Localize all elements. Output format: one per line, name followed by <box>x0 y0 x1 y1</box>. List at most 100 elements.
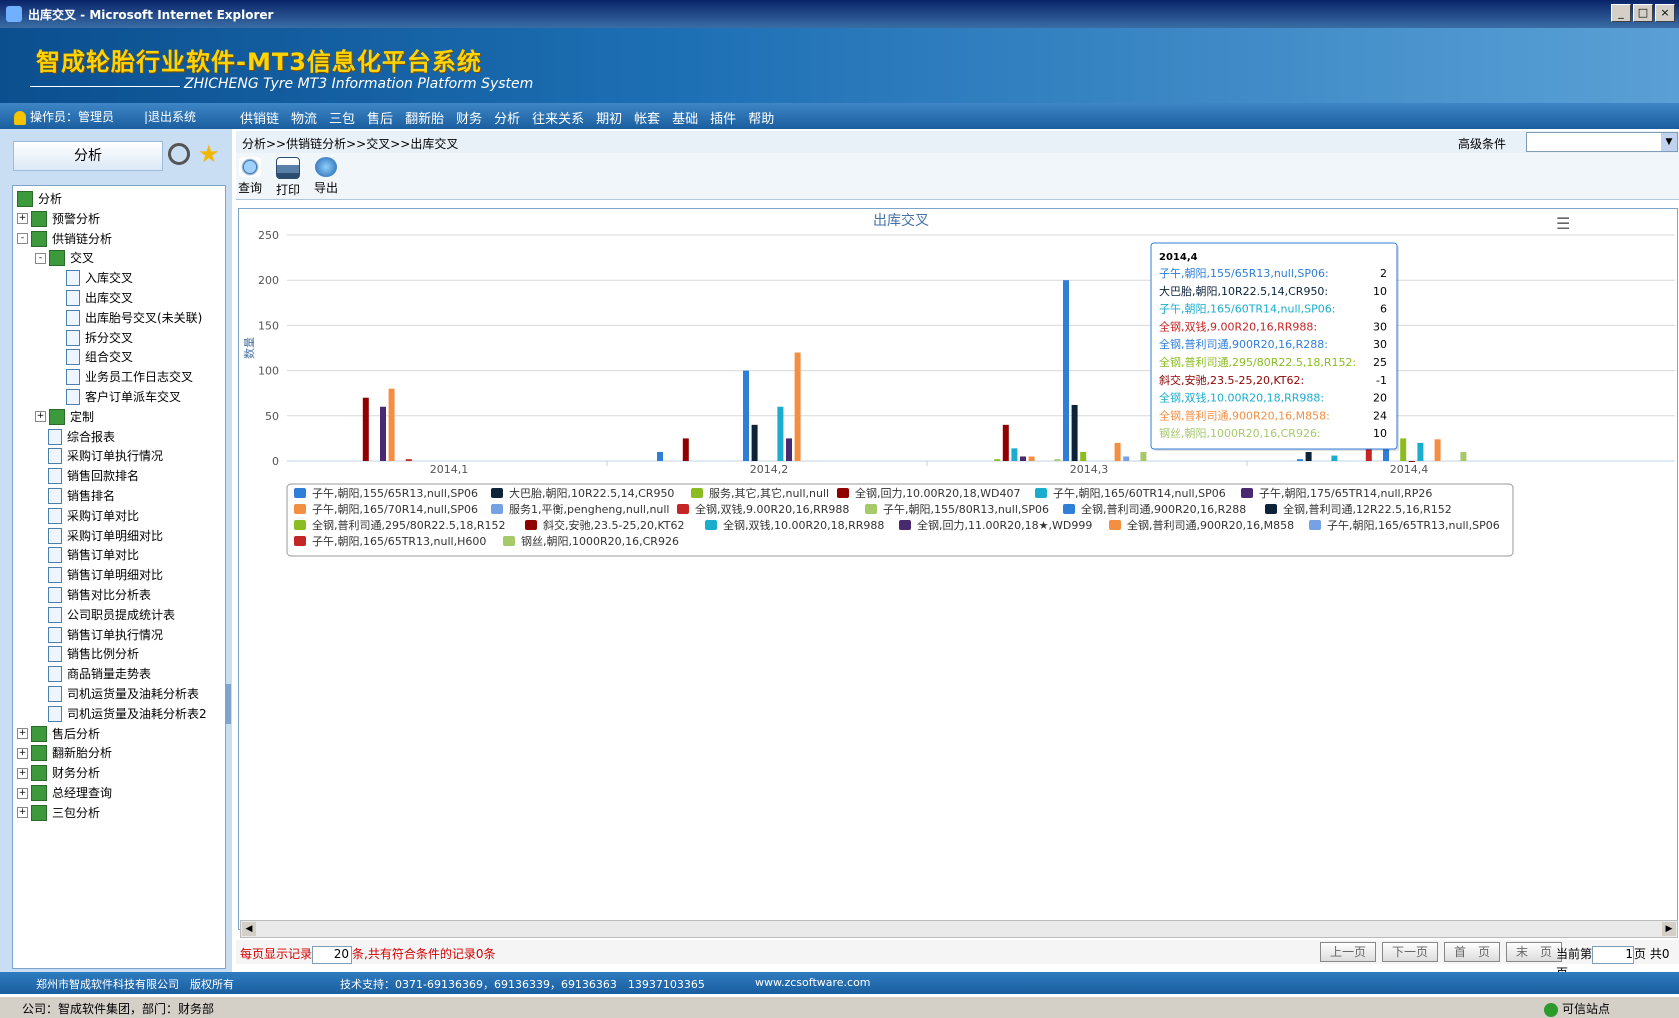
tree-item[interactable]: 销售回款排名 <box>35 467 139 485</box>
folder-icon <box>31 745 47 762</box>
tree-item[interactable]: 销售订单执行情况 <box>35 626 163 644</box>
document-icon <box>66 270 80 287</box>
menu-item-4[interactable]: 翻新胎 <box>405 108 444 127</box>
menu-item-12[interactable]: 帮助 <box>748 108 774 127</box>
tree-item[interactable]: 商品销量走势表 <box>35 665 151 683</box>
expand-icon[interactable]: + <box>17 728 28 740</box>
expand-icon[interactable]: + <box>17 213 28 225</box>
document-icon <box>48 428 62 445</box>
advanced-condition-select[interactable]: ▼ <box>1526 132 1678 152</box>
menu-item-7[interactable]: 往来关系 <box>532 108 584 127</box>
x-tick-label: 2014,2 <box>750 463 789 476</box>
tooltip-row-value: 2 <box>1380 267 1387 280</box>
minimize-button[interactable]: _ <box>1611 4 1631 22</box>
query-button[interactable]: 查询 <box>230 157 270 196</box>
collapse-icon[interactable]: - <box>35 252 46 264</box>
legend-swatch <box>491 488 503 498</box>
tree-item[interactable]: + 总经理查询 <box>17 784 112 802</box>
first-page-button[interactable]: 首 页 <box>1444 942 1500 962</box>
menu-item-1[interactable]: 物流 <box>291 108 317 127</box>
tree-item[interactable]: - 交叉 <box>35 249 94 267</box>
tree-item[interactable]: 出库胎号交叉(未关联) <box>53 309 202 327</box>
tree-item-label: 组合交叉 <box>85 350 134 365</box>
menu-item-5[interactable]: 财务 <box>456 108 482 127</box>
tree-item[interactable]: - 供销链分析 <box>17 230 112 248</box>
tree-item[interactable]: + 财务分析 <box>17 764 100 782</box>
current-page-input[interactable]: 1 <box>1592 945 1635 964</box>
chevron-down-icon[interactable]: ▼ <box>1661 133 1677 151</box>
tooltip-row-label: 全钢,普利司通,900R20,16,M858: <box>1159 408 1330 422</box>
horizontal-scrollbar[interactable]: ◀ ▶ <box>240 920 1678 938</box>
tree-item[interactable]: 采购订单执行情况 <box>35 447 163 465</box>
tree-item[interactable]: + 定制 <box>35 408 94 426</box>
bar <box>1028 456 1035 461</box>
export-button[interactable]: 导出 <box>306 157 346 196</box>
search-icon[interactable] <box>168 143 190 165</box>
tree-item[interactable]: 出库交叉 <box>53 289 133 307</box>
print-button[interactable]: 打印 <box>268 157 308 198</box>
logout-link[interactable]: |退出系统 <box>144 108 196 125</box>
menu-item-0[interactable]: 供销链 <box>240 108 279 127</box>
legend-item: 全钢,双钱,9.00R20,16,RR988 <box>695 502 849 516</box>
tree-item[interactable]: + 翻新胎分析 <box>17 744 112 762</box>
expand-icon[interactable]: + <box>35 411 46 423</box>
tree-item[interactable]: 销售订单明细对比 <box>35 566 163 584</box>
tree-item[interactable]: 销售比例分析 <box>35 645 139 663</box>
footer-site[interactable]: www.zcsoftware.com <box>755 976 871 989</box>
expand-icon[interactable]: + <box>17 747 28 759</box>
favorite-star-icon[interactable]: ★ <box>198 142 220 166</box>
operator-label: 操作员：管理员 <box>30 110 115 124</box>
scroll-left-icon[interactable]: ◀ <box>242 922 256 936</box>
menu-item-3[interactable]: 售后 <box>367 108 393 127</box>
legend-swatch <box>677 504 689 514</box>
expand-icon[interactable]: + <box>17 767 28 779</box>
tree-item[interactable]: 采购订单对比 <box>35 507 139 525</box>
menu-item-9[interactable]: 帐套 <box>634 108 660 127</box>
window-title: 出库交叉 - Microsoft Internet Explorer <box>28 7 274 22</box>
tree-item[interactable]: 销售排名 <box>35 487 115 505</box>
scroll-right-icon[interactable]: ▶ <box>1662 922 1676 936</box>
legend-item: 斜交,安驰,23.5-25,20,KT62 <box>543 518 685 532</box>
tree-item[interactable]: 组合交叉 <box>53 348 133 366</box>
expand-icon[interactable]: + <box>17 787 28 799</box>
last-page-button[interactable]: 末 页 <box>1506 942 1562 962</box>
menu-item-10[interactable]: 基础 <box>672 108 698 127</box>
tree-item[interactable]: 客户订单派车交叉 <box>53 388 181 406</box>
tree-item-label: 业务员工作日志交叉 <box>85 370 194 385</box>
menu-item-11[interactable]: 插件 <box>710 108 736 127</box>
bar <box>1114 442 1121 461</box>
tree-item[interactable]: 分析 <box>17 190 62 208</box>
tree-item[interactable]: 司机运货量及油耗分析表2 <box>35 705 207 723</box>
expand-icon[interactable]: + <box>17 807 28 819</box>
folder-icon <box>17 191 33 207</box>
collapse-icon[interactable]: - <box>17 233 28 245</box>
tree-item[interactable]: 拆分交叉 <box>53 329 133 347</box>
tree-item[interactable]: 采购订单明细对比 <box>35 527 163 545</box>
legend-item: 子午,朝阳,165/70R14,null,SP06 <box>312 503 478 516</box>
tree-item[interactable]: 司机运货量及油耗分析表 <box>35 685 199 703</box>
tooltip-row-label: 大巴胎,朝阳,10R22.5,14,CR950: <box>1159 284 1328 298</box>
next-page-button[interactable]: 下一页 <box>1382 942 1438 962</box>
menu-item-6[interactable]: 分析 <box>494 108 520 127</box>
sidebar-tab-analysis[interactable]: 分析 <box>13 141 163 171</box>
tree-item[interactable]: + 预警分析 <box>17 210 100 228</box>
tree-item[interactable]: 业务员工作日志交叉 <box>53 368 193 386</box>
tree-item[interactable]: 公司职员提成统计表 <box>35 606 175 624</box>
maximize-button[interactable]: □ <box>1633 4 1653 22</box>
menu-item-2[interactable]: 三包 <box>329 108 355 127</box>
prev-page-button[interactable]: 上一页 <box>1320 942 1376 962</box>
printer-icon <box>276 157 300 179</box>
bar <box>1305 451 1312 461</box>
tree-item[interactable]: + 售后分析 <box>17 725 100 743</box>
sidebar-splitter[interactable] <box>225 684 231 724</box>
close-button[interactable]: × <box>1655 4 1675 22</box>
tree-item[interactable]: 销售订单对比 <box>35 546 139 564</box>
pager: 每页显示记录 20 条,共有符合条件的记录0条 上一页 下一页 首 页 末 页 当前… <box>236 940 1679 980</box>
tree-item[interactable]: 综合报表 <box>35 428 115 446</box>
tree-item[interactable]: 入库交叉 <box>53 269 133 287</box>
tree-item[interactable]: + 三包分析 <box>17 804 100 822</box>
tree-item[interactable]: 销售对比分析表 <box>35 586 151 604</box>
toolbar: 查询 打印 导出 <box>236 153 1679 200</box>
per-page-input[interactable]: 20 <box>312 945 353 964</box>
menu-item-8[interactable]: 期初 <box>596 108 622 127</box>
